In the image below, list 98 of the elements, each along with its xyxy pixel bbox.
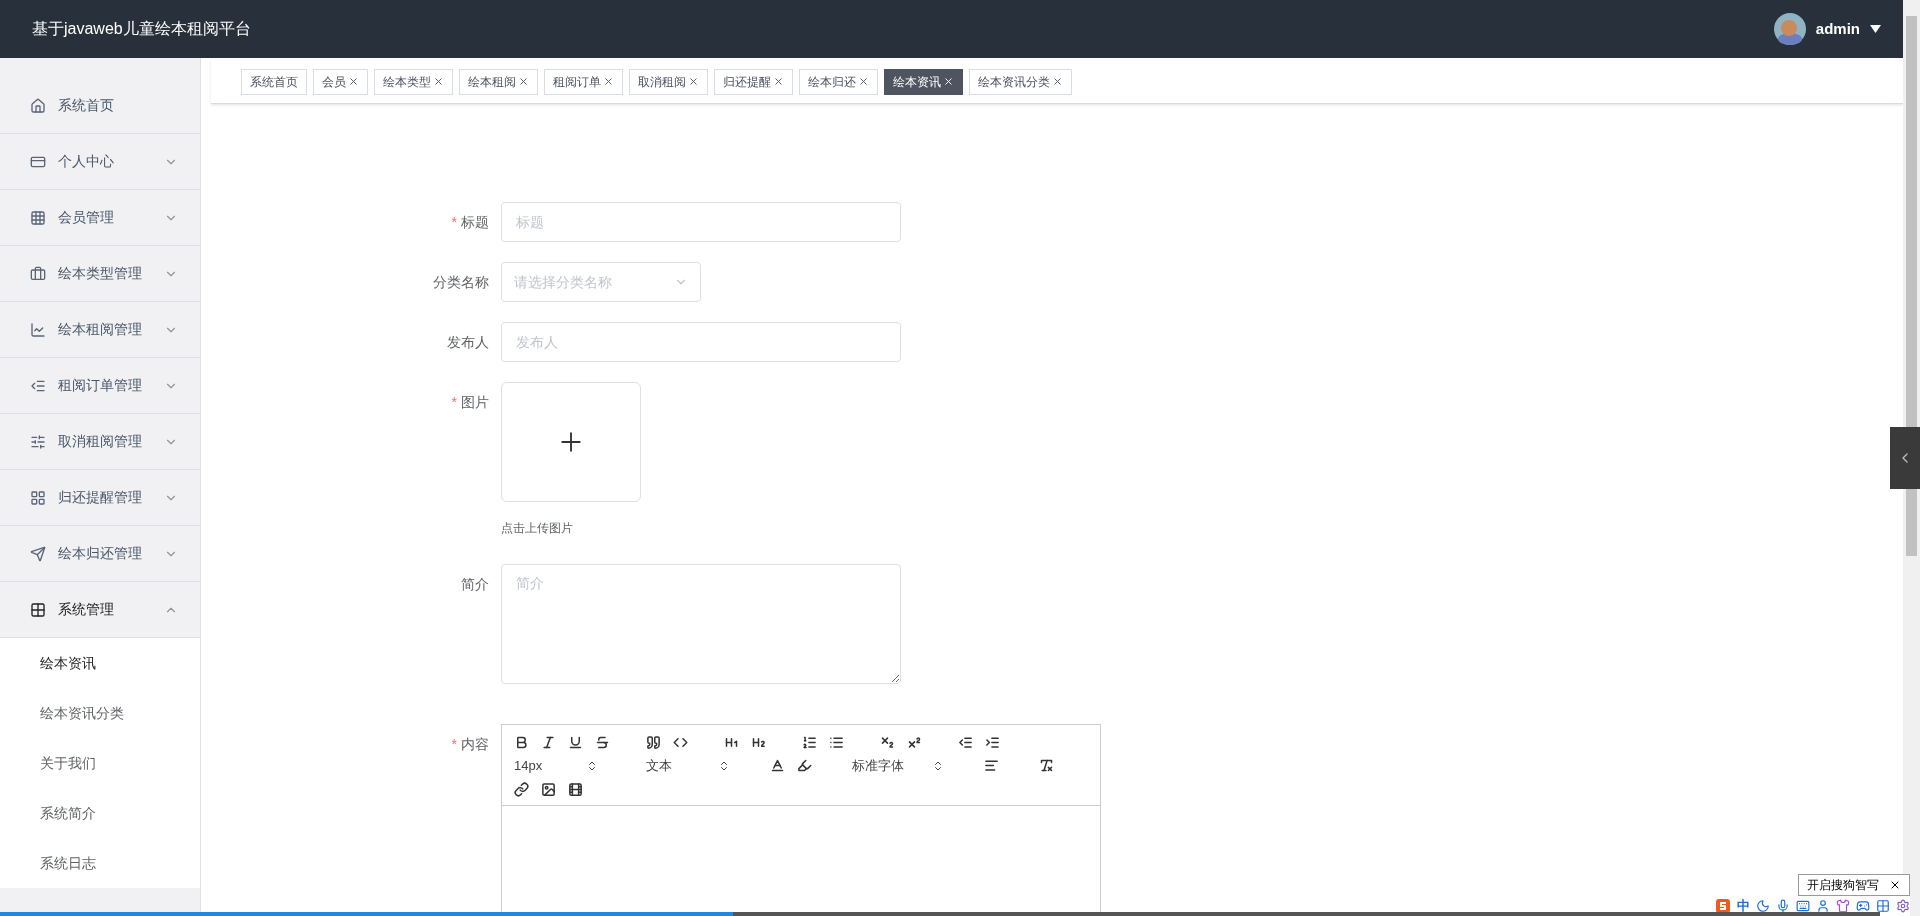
sidebar-menu-item[interactable]: 绘本归还管理 <box>0 526 200 582</box>
grid-icon <box>30 209 46 226</box>
bold-icon[interactable] <box>514 735 529 750</box>
sidebar-menu-item[interactable]: 系统首页 <box>0 78 200 134</box>
field-label: 图片 <box>461 393 489 412</box>
paper-plane-icon <box>30 545 46 562</box>
briefcase-icon <box>30 265 46 282</box>
tab[interactable]: 租阅订单 <box>544 68 623 95</box>
image-icon[interactable] <box>541 781 556 797</box>
required-asterisk: * <box>451 735 457 754</box>
settings-icon[interactable] <box>1896 899 1910 913</box>
app-title: 基于javaweb儿童绘本租阅平台 <box>32 19 251 39</box>
clear-format-icon[interactable] <box>1039 758 1054 774</box>
strikethrough-icon[interactable] <box>595 735 610 750</box>
text-field[interactable]: 发布人 <box>501 322 901 362</box>
align-left-icon[interactable] <box>984 758 999 774</box>
updown-icon <box>718 759 730 772</box>
tab[interactable]: 绘本类型 <box>374 68 453 95</box>
block-type-select[interactable]: 文本 <box>646 756 730 776</box>
submenu-item[interactable]: 关于我们 <box>0 738 200 788</box>
required-asterisk: * <box>451 393 457 412</box>
text-field[interactable]: 标题 <box>501 202 901 242</box>
upload-hint: 点击上传图片 <box>501 520 574 536</box>
updown-icon <box>586 759 598 772</box>
sidebar-menu-item[interactable]: 绘本租阅管理 <box>0 302 200 358</box>
outdent-icon[interactable] <box>958 735 973 750</box>
font-size-select[interactable]: 14px <box>514 756 598 776</box>
close-icon[interactable] <box>433 76 444 87</box>
subscript-icon[interactable] <box>880 735 895 750</box>
quote-icon[interactable] <box>646 735 661 750</box>
updown-icon <box>932 759 944 772</box>
sidebar-menu-item[interactable]: 租阅订单管理 <box>0 358 200 414</box>
ime-mode[interactable]: 中 <box>1737 896 1750 916</box>
house-icon <box>30 97 46 114</box>
field-label: 内容 <box>461 735 489 754</box>
tab[interactable]: 会员 <box>313 68 368 95</box>
chart-icon <box>30 321 46 338</box>
moon-icon[interactable] <box>1756 899 1770 913</box>
close-icon[interactable] <box>773 76 784 87</box>
highlight-icon[interactable] <box>797 758 812 774</box>
sliders-icon <box>30 433 46 450</box>
code-icon[interactable] <box>673 735 688 750</box>
italic-icon[interactable] <box>541 735 556 750</box>
close-icon[interactable] <box>1889 879 1901 891</box>
tab[interactable]: 取消租阅 <box>629 68 708 95</box>
field-label: 标题 <box>461 213 489 232</box>
grid-icon[interactable] <box>1876 899 1890 913</box>
tab[interactable]: 绘本资讯 <box>884 68 963 95</box>
ime-tooltip: 开启搜狗智写 <box>1798 874 1910 896</box>
video-icon[interactable] <box>568 781 583 797</box>
avatar <box>1773 13 1806 45</box>
close-icon[interactable] <box>943 76 954 87</box>
sidebar-menu-item[interactable]: 绘本类型管理 <box>0 246 200 302</box>
sidebar-menu-item[interactable]: 会员管理 <box>0 190 200 246</box>
sidebar-menu-item[interactable]: 个人中心 <box>0 134 200 190</box>
ordered-list-icon[interactable] <box>802 735 817 750</box>
sidebar-menu-item[interactable]: 归还提醒管理 <box>0 470 200 526</box>
submenu-item[interactable]: 系统日志 <box>0 838 200 888</box>
close-icon[interactable] <box>858 76 869 87</box>
tab[interactable]: 绘本归还 <box>799 68 878 95</box>
required-asterisk: * <box>451 213 457 232</box>
indent-icon[interactable] <box>985 735 1000 750</box>
person-icon[interactable] <box>1816 899 1830 913</box>
keyboard-icon[interactable] <box>1796 899 1810 913</box>
underline-icon[interactable] <box>568 735 583 750</box>
submenu-item[interactable]: 绘本资讯 <box>0 638 200 688</box>
superscript-icon[interactable] <box>907 735 922 750</box>
microphone-icon[interactable] <box>1776 899 1790 913</box>
link-icon[interactable] <box>514 781 529 797</box>
tab[interactable]: 绘本资讯分类 <box>969 68 1072 95</box>
tab[interactable]: 绘本租阅 <box>459 68 538 95</box>
text-color-icon[interactable] <box>770 758 785 774</box>
bullet-list-icon[interactable] <box>829 735 844 750</box>
close-icon[interactable] <box>1052 76 1063 87</box>
field-label: 简介 <box>461 575 489 594</box>
user-name[interactable]: admin <box>1815 17 1860 41</box>
grid-icon <box>30 489 46 506</box>
field-label: 发布人 <box>447 333 489 352</box>
submenu-item[interactable]: 绘本资讯分类 <box>0 688 200 738</box>
side-drawer-toggle[interactable] <box>1890 427 1920 489</box>
heading-1-icon[interactable] <box>724 735 739 750</box>
tab[interactable]: 归还提醒 <box>714 68 793 95</box>
close-icon[interactable] <box>518 76 529 87</box>
field-label: 分类名称 <box>433 273 489 292</box>
grid-icon <box>30 601 46 618</box>
submenu-item[interactable]: 系统简介 <box>0 788 200 838</box>
ime-logo[interactable] <box>1715 898 1731 914</box>
sidebar-menu-item[interactable]: 取消租阅管理 <box>0 414 200 470</box>
close-icon[interactable] <box>348 76 359 87</box>
shirt-icon[interactable] <box>1836 899 1850 913</box>
tab[interactable]: 系统首页 <box>241 68 307 95</box>
heading-2-icon[interactable] <box>751 735 766 750</box>
caret-down-icon[interactable] <box>1870 25 1881 33</box>
gamepad-icon[interactable] <box>1856 899 1870 913</box>
font-family-select[interactable]: 标准字体 <box>852 756 944 776</box>
close-icon[interactable] <box>603 76 614 87</box>
textarea-field[interactable]: 简介 <box>501 564 901 684</box>
close-icon[interactable] <box>688 76 699 87</box>
